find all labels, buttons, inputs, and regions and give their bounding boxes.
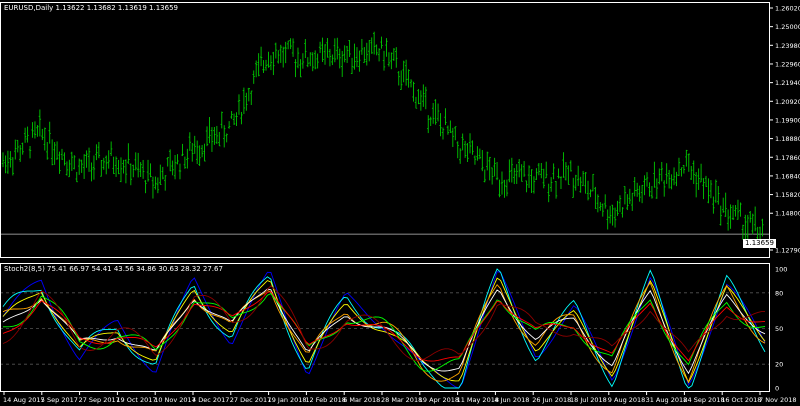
price-tick-label: 1.25000 [775,23,800,31]
date-tick-label: 27 Sep 2017 [79,396,120,404]
price-tick-label: 1.14800 [775,210,800,218]
chart-title: EURUSD,Daily 1.13622 1.13682 1.13619 1.1… [4,4,178,12]
date-tick-label: 14 Aug 2017 [3,396,45,404]
price-tick-label: 1.16840 [775,172,800,180]
date-tick-label: 9 Aug 2018 [608,396,646,404]
price-tick-label: 1.20920 [775,98,800,106]
date-tick-label: 18 Jul 2018 [570,396,607,404]
price-tick-label: 1.18880 [775,135,800,143]
indicator-title: Stoch2(8,5) 75.41 66.97 54.41 43.56 34.8… [4,265,223,273]
price-tick-label: 1.26020 [775,5,800,13]
date-tick-label: 26 Jun 2018 [532,396,571,404]
date-tick-label: 10 Nov 2017 [154,396,196,404]
date-tick-label: 12 Feb 2018 [305,396,345,404]
indicator-tick-label: 0 [775,385,779,393]
date-tick-label: 11 May 2018 [457,396,499,404]
price-frame [0,2,770,258]
price-tick-label: 1.22960 [775,60,800,68]
date-tick-label: 28 Mar 2018 [381,396,422,404]
price-tick-label: 1.21940 [775,79,800,87]
stochastic-line [2,285,765,361]
trading-chart-window: { "chart_title": "EURUSD,Daily 1.13622 1… [0,0,800,406]
date-tick-label: 7 Nov 2018 [759,396,797,404]
date-tick-label: 19 Apr 2018 [419,396,459,404]
date-tick-label: 6 Mar 2018 [343,396,380,404]
indicator-tick-label: 20 [775,361,783,369]
date-tick-label: 16 Oct 2018 [721,396,761,404]
price-tick-label: 1.15820 [775,191,800,199]
date-tick-label: 27 Dec 2017 [230,396,272,404]
current-price-tag: 1.13659 [743,239,776,248]
stochastic-pane [0,268,770,389]
indicator-tick-label: 50 [775,325,783,333]
date-tick-label: 5 Sep 2017 [41,396,78,404]
price-pane [0,31,770,246]
date-tick-label: 24 Sep 2018 [683,396,724,404]
date-tick-label: 19 Oct 2017 [116,396,156,404]
stochastic-line [3,293,766,372]
price-tick-label: 1.19900 [775,116,800,124]
price-tick-label: 1.23980 [775,42,800,50]
date-tick-label: 4 Jun 2018 [494,396,529,404]
indicator-tick-label: 80 [775,289,783,297]
chart-canvas[interactable]: 1.26020 1.25000 1.23980 1.22960 1.21940 1.209… [0,0,800,406]
date-tick-label: 4 Dec 2017 [192,396,229,404]
stochastic-line [2,281,766,383]
date-tick-label: 31 Aug 2018 [646,396,688,404]
date-tick-label: 19 Jan 2018 [268,396,307,404]
price-tick-label: 1.12790 [775,247,800,255]
indicator-tick-label: 100 [775,266,787,274]
price-tick-label: 1.17860 [775,154,800,162]
